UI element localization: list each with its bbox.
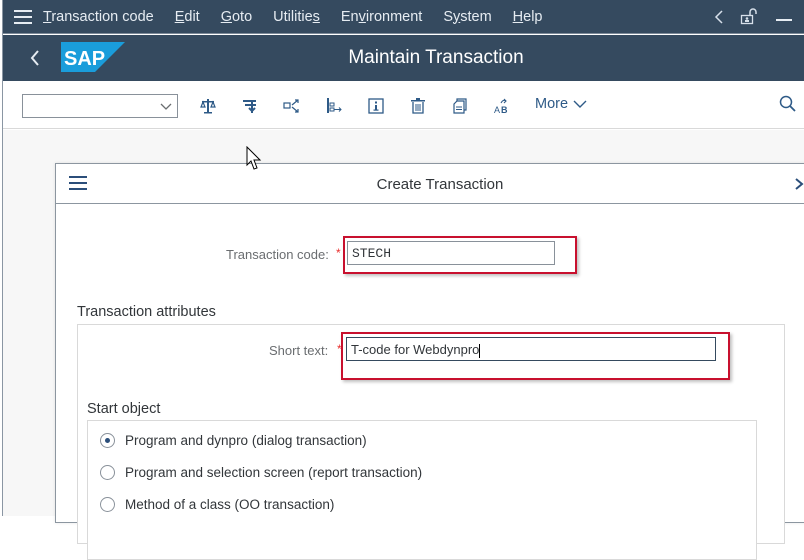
minimize-icon[interactable] xyxy=(764,0,804,34)
menu-goto[interactable]: Goto xyxy=(221,9,252,25)
mouse-cursor-icon xyxy=(246,145,262,177)
start-object-group: Program and dynpro (dialog transaction) … xyxy=(87,420,757,560)
radio-button[interactable] xyxy=(100,465,115,480)
translate-button[interactable]: AB xyxy=(490,94,514,118)
required-marker: * xyxy=(336,246,341,260)
compare-icon xyxy=(200,99,216,114)
hierarchy-button[interactable] xyxy=(322,94,346,118)
svg-text:A: A xyxy=(494,105,500,114)
info-icon xyxy=(368,98,384,114)
transaction-code-label: Transaction code: xyxy=(226,247,329,262)
copy-button[interactable] xyxy=(448,94,472,118)
highlight-box xyxy=(341,332,730,380)
radio-label: Program and selection screen (report tra… xyxy=(125,465,423,480)
other-object-icon xyxy=(283,99,299,113)
chevron-right-icon[interactable] xyxy=(794,177,804,196)
translate-icon: AB xyxy=(494,98,508,114)
radio-oo-transaction[interactable]: Method of a class (OO transaction) xyxy=(100,497,334,512)
short-text-label: Short text: xyxy=(269,343,329,358)
info-button[interactable] xyxy=(364,94,388,118)
menu-edit[interactable]: Edit xyxy=(175,9,200,25)
delete-button[interactable] xyxy=(406,94,430,118)
where-used-button[interactable] xyxy=(238,94,262,118)
page-title: Maintain Transaction xyxy=(348,47,524,68)
search-button[interactable] xyxy=(779,95,797,118)
search-icon xyxy=(779,95,796,112)
menu-bar: Transaction code Edit Goto Utilities Env… xyxy=(3,0,804,34)
more-label: More xyxy=(535,96,569,112)
menu-icon[interactable] xyxy=(3,0,43,34)
menu-system[interactable]: System xyxy=(443,9,491,25)
command-field[interactable] xyxy=(22,94,178,118)
menu-transaction-code[interactable]: Transaction code xyxy=(43,9,154,25)
chevron-down-icon xyxy=(573,100,587,108)
window-left-edge xyxy=(0,0,3,516)
delete-icon xyxy=(411,98,425,114)
compare-button[interactable] xyxy=(196,94,220,118)
transaction-attributes-title: Transaction attributes xyxy=(77,304,216,320)
application-toolbar: AB More xyxy=(3,81,804,129)
unlock-icon[interactable] xyxy=(734,0,764,34)
radio-button[interactable] xyxy=(100,497,115,512)
highlight-box xyxy=(343,236,577,274)
more-button[interactable]: More xyxy=(535,96,587,112)
where-used-icon xyxy=(243,100,256,113)
dialog-header: Create Transaction xyxy=(56,164,804,204)
svg-text:B: B xyxy=(501,105,508,114)
hierarchy-icon xyxy=(327,98,342,113)
radio-button-selected[interactable] xyxy=(100,433,115,448)
radio-report-transaction[interactable]: Program and selection screen (report tra… xyxy=(100,465,422,480)
collapse-left-icon[interactable] xyxy=(704,0,734,34)
chevron-down-icon xyxy=(160,103,172,110)
create-transaction-dialog: Create Transaction Transaction code: * S… xyxy=(55,163,804,560)
radio-label: Program and dynpro (dialog transaction) xyxy=(125,433,367,448)
other-object-button[interactable] xyxy=(280,94,304,118)
radio-dialog-transaction[interactable]: Program and dynpro (dialog transaction) xyxy=(100,433,367,448)
radio-label: Method of a class (OO transaction) xyxy=(125,497,335,512)
menu-help[interactable]: Help xyxy=(513,9,543,25)
start-object-title: Start object xyxy=(87,401,161,417)
transaction-attributes-group: Short text: * T-code for Webdynpro Start… xyxy=(77,324,785,560)
dialog-title: Create Transaction xyxy=(376,176,504,193)
shell-title-bar: SAP Maintain Transaction xyxy=(3,35,804,81)
menu-environment[interactable]: Environment xyxy=(341,9,422,25)
menu-utilities[interactable]: Utilities xyxy=(273,9,320,25)
copy-icon xyxy=(453,98,467,114)
